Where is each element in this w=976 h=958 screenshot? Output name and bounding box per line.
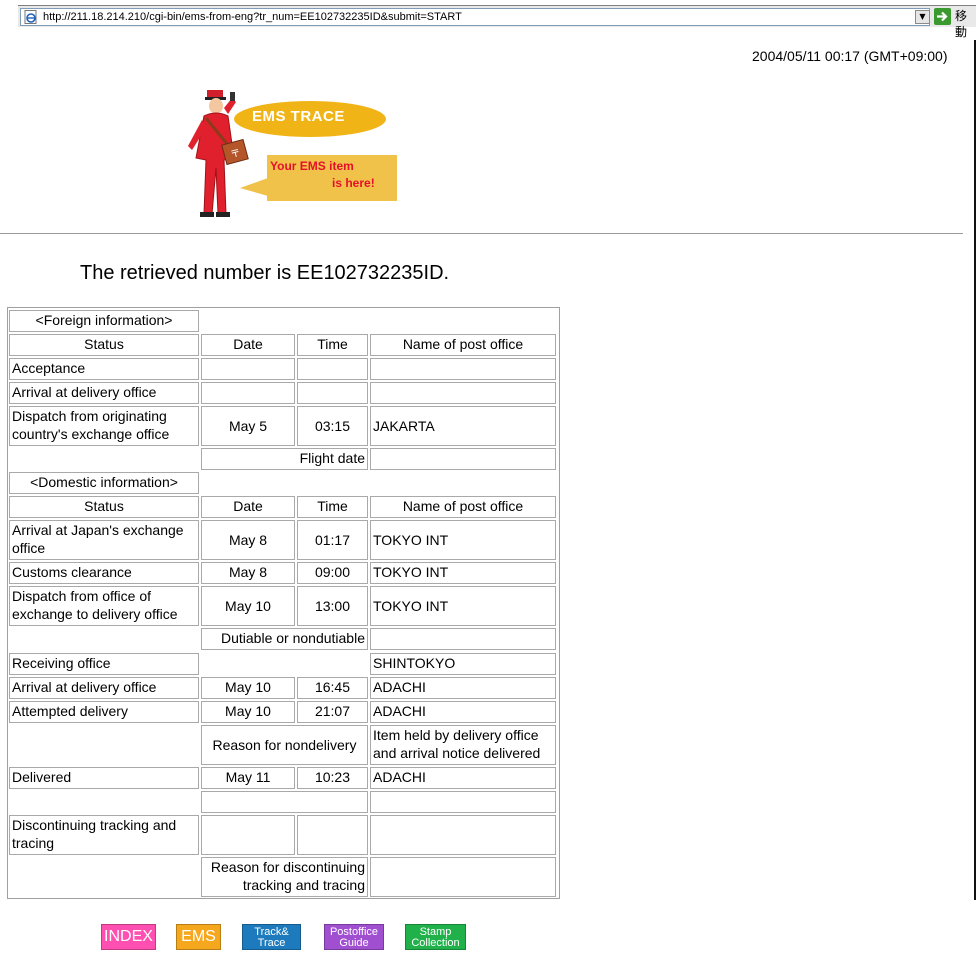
date-cell: May 10 (201, 677, 295, 699)
status-line: Dispatch from office of (12, 588, 152, 604)
table-cell (370, 382, 556, 404)
status-dispatch-origin: Dispatch from originating country's exch… (9, 406, 199, 446)
nav-stamp-collection-button[interactable]: Stamp Collection (405, 924, 466, 950)
time-cell: 21:07 (297, 701, 368, 723)
retrieved-number-heading: The retrieved number is EE102732235ID. (80, 262, 450, 284)
go-button-label[interactable]: 移動 (955, 8, 976, 40)
status-customs: Customs clearance (9, 562, 199, 584)
address-bar: http://211.18.214.210/cgi-bin/ems-from-e… (18, 5, 976, 39)
status-arrival-delivery: Arrival at delivery office (9, 677, 199, 699)
discontinuing-reason-value (370, 857, 556, 897)
ems-trace-title: EMS TRACE (252, 108, 345, 125)
status-line: Discontinuing tracking and (12, 817, 177, 833)
nondelivery-line: and arrival notice delivered (373, 745, 541, 761)
office-cell: ADACHI (370, 767, 556, 789)
status-delivered: Delivered (9, 767, 199, 789)
go-arrow-icon[interactable] (934, 8, 951, 25)
status-foreign-arrival: Arrival at delivery office (9, 382, 199, 404)
status-dispatch-exchange: Dispatch from office of exchange to deli… (9, 586, 199, 626)
nav-track-trace-button[interactable]: Track& Trace (242, 924, 301, 950)
status-line: office (12, 540, 46, 556)
nav-postoffice-guide-button[interactable]: Postoffice Guide (324, 924, 384, 950)
date-cell: May 11 (201, 767, 295, 789)
speech-tail (240, 178, 268, 196)
col-time: Time (297, 334, 368, 356)
address-input[interactable]: http://211.18.214.210/cgi-bin/ems-from-e… (20, 8, 930, 26)
divider (0, 233, 963, 234)
status-line: Dispatch from originating (12, 408, 167, 424)
dutiable-label: Dutiable or nondutiable (201, 628, 368, 650)
nav-ems-button[interactable]: EMS (176, 924, 221, 950)
time-cell: 16:45 (297, 677, 368, 699)
status-acceptance: Acceptance (9, 358, 199, 380)
status-japan-arrival: Arrival at Japan's exchange office (9, 520, 199, 560)
time-cell: 10:23 (297, 767, 368, 789)
col-status: Status (9, 496, 199, 518)
col-date: Date (201, 496, 295, 518)
nondelivery-value: Item held by delivery office and arrival… (370, 725, 556, 765)
status-attempted-delivery: Attempted delivery (9, 701, 199, 723)
office-cell: TOKYO INT (370, 586, 556, 626)
flight-date-label: Flight date (201, 448, 368, 470)
bubble-line1: Your EMS item (270, 159, 354, 173)
reason-line: Reason for discontinuing (210, 859, 365, 875)
page-timestamp: 2004/05/11 00:17 (GMT+09:00) (752, 48, 948, 64)
time-cell: 13:00 (297, 586, 368, 626)
empty-cell (201, 791, 368, 813)
url-dropdown-icon[interactable]: ▼ (915, 10, 930, 24)
col-office: Name of post office (370, 496, 556, 518)
discontinuing-reason-label: Reason for discontinuing tracking and tr… (201, 857, 368, 897)
reason-line: tracking and tracing (242, 877, 365, 893)
status-receiving-office: Receiving office (9, 653, 199, 675)
office-cell: SHINTOKYO (370, 653, 556, 675)
time-cell: 01:17 (297, 520, 368, 560)
empty-cell (201, 815, 295, 855)
empty-cell (370, 815, 556, 855)
col-status: Status (9, 334, 199, 356)
office-cell: TOKYO INT (370, 520, 556, 560)
nav-index-button[interactable]: INDEX (101, 924, 156, 950)
foreign-info-header: <Foreign information> (9, 310, 199, 332)
office-cell: JAKARTA (370, 406, 556, 446)
date-cell: May 10 (201, 586, 295, 626)
nondelivery-line: Item held by delivery office (373, 727, 539, 743)
status-line: tracing (12, 835, 55, 851)
time-cell: 03:15 (297, 406, 368, 446)
date-cell: May 10 (201, 701, 295, 723)
table-cell (297, 382, 368, 404)
col-date: Date (201, 334, 295, 356)
table-cell (201, 382, 295, 404)
status-line: exchange to delivery office (12, 606, 178, 622)
nav-label: Collection (411, 937, 460, 949)
table-cell (297, 358, 368, 380)
office-cell: ADACHI (370, 701, 556, 723)
nav-label: Trace (257, 937, 286, 949)
nav-label: Guide (339, 937, 369, 949)
col-office: Name of post office (370, 334, 556, 356)
flight-date-value (370, 448, 556, 470)
ie-page-icon (24, 10, 37, 24)
office-cell: TOKYO INT (370, 562, 556, 584)
status-discontinuing: Discontinuing tracking and tracing (9, 815, 199, 855)
col-time: Time (297, 496, 368, 518)
empty-cell (297, 815, 368, 855)
status-line: country's exchange office (12, 426, 170, 442)
time-cell: 09:00 (297, 562, 368, 584)
date-cell: May 8 (201, 562, 295, 584)
table-cell (201, 358, 295, 380)
table-cell (370, 358, 556, 380)
bubble-line2: is here! (332, 176, 375, 190)
url-text: http://211.18.214.210/cgi-bin/ems-from-e… (43, 11, 462, 23)
dutiable-value (370, 628, 556, 650)
nondelivery-label: Reason for nondelivery (201, 725, 368, 765)
empty-cell (370, 791, 556, 813)
date-cell: May 5 (201, 406, 295, 446)
status-line: Arrival at Japan's exchange (12, 522, 184, 538)
office-cell: ADACHI (370, 677, 556, 699)
domestic-info-header: <Domestic information> (9, 472, 199, 494)
date-cell: May 8 (201, 520, 295, 560)
